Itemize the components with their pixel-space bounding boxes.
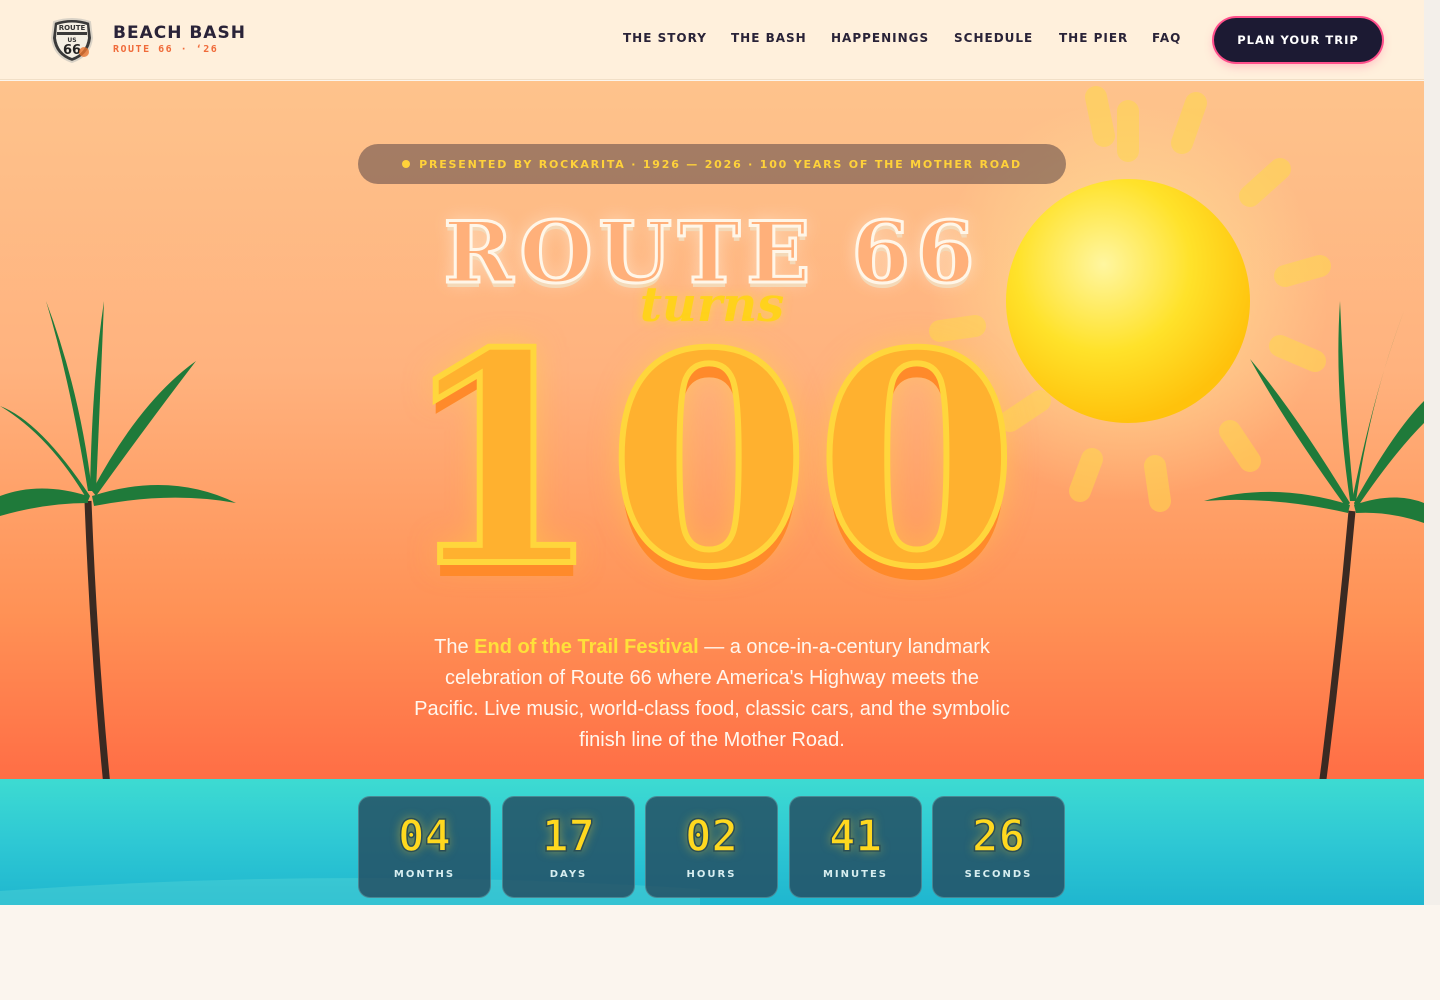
countdown-value: 04 [397,811,451,862]
presented-by-badge: PRESENTED BY ROCKARITA · 1926 — 2026 · 1… [358,144,1066,184]
brand-subtitle: ROUTE 66 · ‘26 [113,44,219,55]
brand-name[interactable]: BEACH BASH [113,23,246,43]
countdown-days: 17 DAYS [502,796,635,898]
countdown-value: 17 [541,811,595,862]
nav-link-happenings[interactable]: HAPPENINGS [831,31,929,45]
countdown-label: MINUTES [822,869,888,880]
countdown-seconds: 26 SECONDS [932,796,1065,898]
countdown-label: MONTHS [393,869,456,880]
top-nav: ROUTE US 66 BEACH BASH ROUTE 66 · ‘26 TH… [0,0,1424,80]
nav-link-schedule[interactable]: SCHEDULE [954,31,1033,45]
countdown-minutes: 41 MINUTES [789,796,922,898]
presented-by-text: PRESENTED BY ROCKARITA · 1926 — 2026 · 1… [419,157,1022,171]
countdown-value: 26 [971,811,1025,862]
countdown-label: SECONDS [964,869,1033,880]
route-66-shield-icon[interactable]: ROUTE US 66 [48,16,96,64]
nav-link-the-bash[interactable]: THE BASH [731,31,807,45]
svg-text:ROUTE: ROUTE [59,24,86,32]
hero-description: The End of the Trail Festival — a once-i… [410,632,1014,756]
nav-link-the-pier[interactable]: THE PIER [1059,31,1128,45]
countdown-months: 04 MONTHS [358,796,491,898]
countdown-label: HOURS [686,869,737,880]
hero-title-100: 100 [397,291,1024,631]
countdown-timer: 04 MONTHS 17 DAYS 02 HOURS 41 MINUTES 26… [358,796,1068,900]
svg-text:66: 66 [63,43,81,58]
countdown-value: 02 [684,811,738,862]
description-text: The [434,636,475,658]
festival-name-highlight: End of the Trail Festival [474,636,699,658]
live-dot-icon [402,160,411,168]
countdown-label: DAYS [549,869,588,880]
hero-section: PRESENTED BY ROCKARITA · 1926 — 2026 · 1… [0,81,1424,905]
plan-your-trip-button[interactable]: PLAN YOUR TRIP [1214,18,1382,62]
countdown-hours: 02 HOURS [645,796,778,898]
countdown-value: 41 [828,811,882,862]
nav-link-the-story[interactable]: THE STORY [623,31,707,45]
page-scrollbar[interactable] [1424,0,1440,905]
nav-link-faq[interactable]: FAQ [1152,31,1181,45]
